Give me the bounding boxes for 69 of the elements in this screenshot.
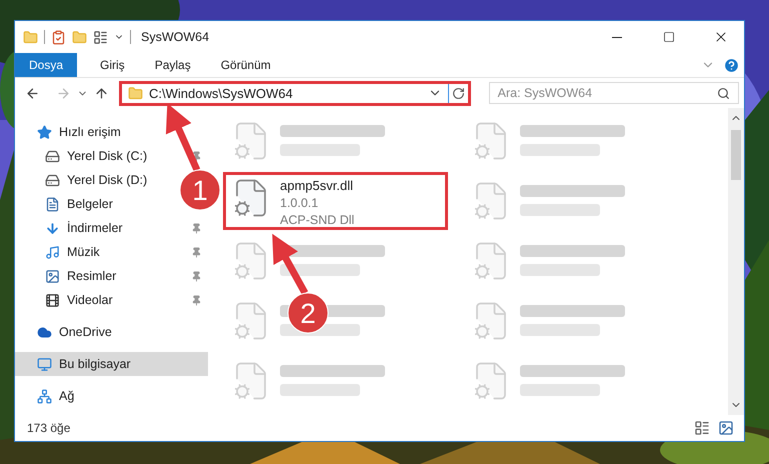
sidebar-label: Videolar [67, 293, 114, 307]
annotation-number: 2 [300, 298, 316, 329]
network-icon [37, 388, 52, 404]
annotation-marker [288, 292, 328, 334]
up-button[interactable] [94, 86, 109, 100]
sidebar-item[interactable]: OneDrive [15, 320, 118, 344]
minimize-icon [612, 36, 622, 38]
large-icons-view-button[interactable] [718, 420, 734, 436]
document-icon [45, 196, 60, 212]
selected-sidebar-item[interactable]: Bu bilgisayar [15, 352, 208, 376]
sidebar-label: OneDrive [59, 325, 112, 339]
ribbon-tab[interactable]: Giriş [87, 53, 138, 77]
view-icon[interactable] [93, 30, 108, 44]
drive-icon [45, 172, 60, 188]
sidebar-item[interactable]: İndirmeler [15, 216, 208, 240]
annotation-number: 1 [192, 175, 208, 206]
folder-icon [128, 86, 143, 100]
image-icon [45, 268, 60, 284]
search-icon [717, 86, 730, 100]
properties-icon[interactable] [51, 30, 66, 44]
music-icon [45, 244, 60, 260]
cloud-icon [37, 324, 52, 340]
search-placeholder: Ara: SysWOW64 [498, 86, 594, 100]
scrollbar[interactable] [728, 108, 744, 415]
star-icon [37, 124, 52, 140]
file-name: apmp5svr.dll [280, 178, 354, 193]
file-detail: ACP-SND Dll [280, 213, 354, 227]
monitor-icon [37, 356, 52, 372]
ribbon-tab[interactable]: Görünüm [208, 53, 284, 77]
sidebar-item[interactable]: Resimler [15, 264, 208, 288]
sidebar-label: Yerel Disk (C:) [67, 149, 148, 163]
details-view-icon [694, 420, 710, 436]
refresh-icon [452, 86, 465, 100]
window-title: SysWOW64 [141, 30, 210, 44]
sidebar-label: İndirmeler [67, 221, 124, 235]
back-button[interactable] [25, 86, 40, 100]
annotation-arrow [272, 234, 308, 295]
sidebar-label: Resimler [67, 269, 118, 283]
sidebar-item[interactable]: Videolar [15, 288, 208, 312]
sidebar-item[interactable]: Yerel Disk (C:) [15, 144, 208, 168]
sidebar-label: Müzik [67, 245, 101, 259]
address-bar[interactable]: C:\Windows\SysWOW64 [119, 80, 471, 106]
item-count: 173 öğe [27, 421, 72, 435]
drive-icon [45, 148, 60, 164]
image-icon [718, 420, 734, 436]
forward-arrow-icon [56, 86, 71, 100]
ribbon-tab[interactable]: Paylaş [142, 53, 204, 77]
film-icon [45, 292, 60, 308]
sidebar-label: Ağ [59, 389, 74, 403]
sidebar-label: Belgeler [67, 197, 113, 211]
sidebar-item[interactable]: Yerel Disk (D:) [15, 168, 154, 192]
address-path: C:\Windows\SysWOW64 [149, 86, 294, 100]
details-view-button[interactable] [694, 420, 710, 436]
sidebar-item[interactable]: Ağ [15, 384, 80, 408]
file-detail: 1.0.0.1 [280, 196, 320, 210]
sidebar-item[interactable]: Müzik [15, 240, 208, 264]
sidebar-label: Hızlı erişim [59, 125, 121, 139]
maximize-icon [663, 31, 675, 43]
help-icon [723, 56, 740, 74]
sidebar-item[interactable]: Hızlı erişim [15, 120, 127, 144]
download-icon [45, 220, 60, 236]
sidebar-label: Yerel Disk (D:) [67, 173, 148, 187]
file-item[interactable]: apmp5svr.dll 1.0.0.1 ACP-SND Dll [223, 172, 448, 230]
sidebar-item[interactable]: Belgeler [15, 192, 119, 216]
scroll-thumb[interactable] [731, 130, 741, 180]
annotation-marker [180, 170, 220, 210]
sidebar-label: Bu bilgisayar [59, 357, 132, 371]
annotation-arrow [166, 103, 200, 172]
ribbon-tab[interactable]: Dosya [15, 53, 78, 77]
